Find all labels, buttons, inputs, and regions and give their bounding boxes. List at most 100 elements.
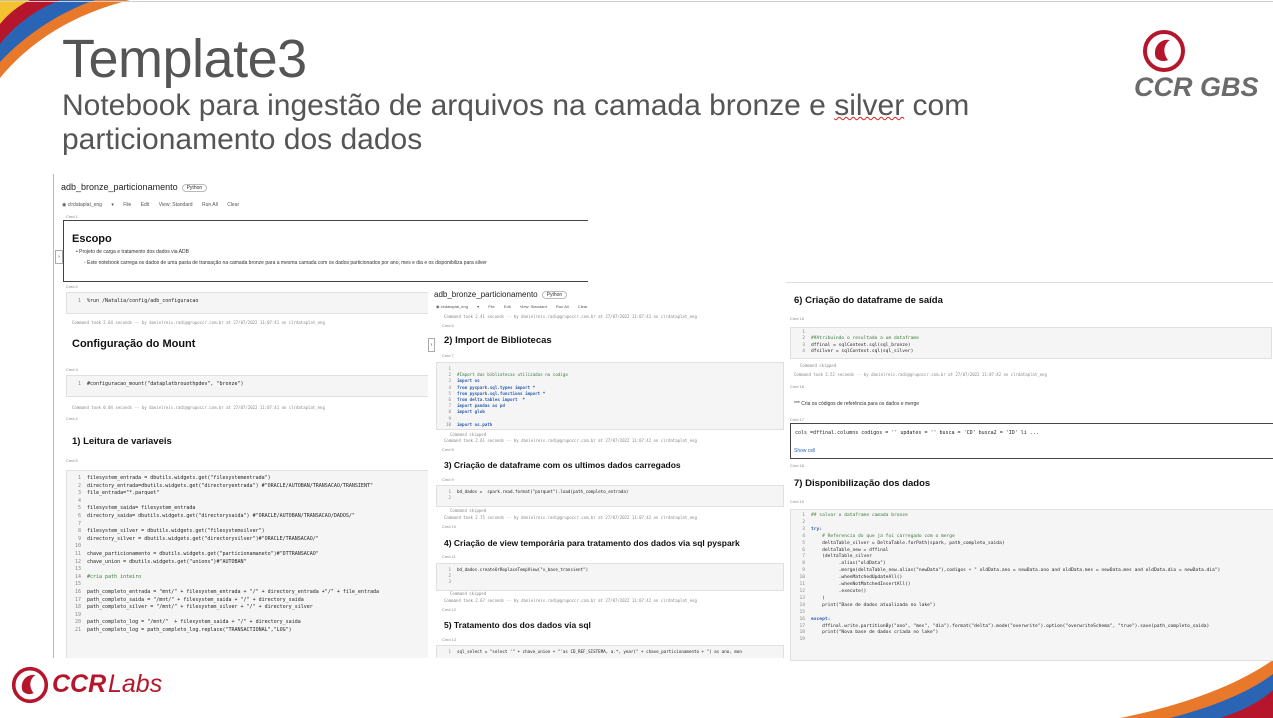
notebook-panel-right: 6) Criação do dataframe de saída Cmd 15 … (786, 282, 1273, 661)
line-number: 15 (799, 609, 805, 615)
heading-leitura: 1) Leitura de variaveis (72, 436, 172, 447)
cmd-label: Cmd 5 (66, 458, 78, 463)
code-line: 13 ) (795, 596, 1269, 603)
code-text: bd_dados = spark.read.format("parquet").… (457, 489, 629, 494)
heading-dataframe: 3) Criação de dataframe com os ultimos d… (444, 460, 681, 470)
code-cell-run-config[interactable]: 1 %run /Natalia/config/adb_configuracao (66, 292, 488, 314)
language-badge[interactable]: Python (541, 290, 568, 299)
line-number: 14 (74, 573, 81, 580)
cmd-label: Cmd 13 (442, 637, 457, 642)
heading-tratamento: 5) Tratamento dos dos dados via sql (444, 620, 591, 630)
code-cell-save[interactable]: 1 ## salvar o dataframe camada bronze 2 3 tr… (790, 509, 1273, 661)
show-cell-link[interactable]: Show cell (794, 448, 815, 454)
language-badge[interactable]: Python (181, 183, 208, 192)
code-text: .whenMatchedUpdateAll() (811, 575, 903, 581)
collapse-toggle-icon[interactable]: › (428, 338, 435, 352)
code-text: dffinal = sqlContext.sql(sql_bronze) (811, 342, 911, 348)
heading-saida: 6) Criação do dataframe de saída (794, 295, 943, 306)
line-number: 9 (77, 535, 81, 542)
command-skipped: Command skipped (450, 432, 487, 437)
line-number: 5 (77, 505, 81, 512)
code-text: from delta.tables import * (457, 397, 526, 403)
code-line: 19 (795, 637, 1269, 644)
cmd-label: Cmd 11 (442, 554, 456, 559)
code-block: 1 bd_dados = spark.read.format("parquet")… (437, 486, 783, 504)
code-text: directory_silver = dbutils.widgets.get("… (87, 535, 319, 542)
code-line: 5 deltaTable_silver = DeltaTable.forPath… (795, 541, 1269, 548)
line-number: 3 (77, 490, 81, 497)
code-text: import os.path (457, 421, 493, 427)
code-text: print("Nova base de dados criada no lake… (811, 630, 939, 636)
clear-menu[interactable]: Clear (227, 202, 239, 208)
line-number: 5 (802, 540, 805, 546)
code-cell-view[interactable]: 1 bd_dados.createOrReplaceTempView("v_bas… (436, 563, 784, 591)
code-line: 2 (441, 495, 779, 501)
file-menu[interactable]: File (488, 304, 494, 309)
ccr-labs-logo: CCR Labs (10, 664, 170, 706)
code-line: 15 (795, 610, 1269, 617)
code-text: .alias("oldData") (811, 561, 886, 567)
command-skipped: Command skipped (450, 591, 487, 596)
notebook-toolbar: ◉ clrdataplat_eng ▾ File Edit View: Stan… (436, 304, 595, 309)
ccr-labs-ccr-text: CCR (52, 670, 107, 698)
code-line: 16 except: (795, 617, 1269, 624)
line-number: 4 (802, 533, 805, 539)
code-cell-sql[interactable]: 1 sql_select = "select '" + chave_union +… (436, 645, 784, 658)
code-line: 2 (795, 520, 1269, 527)
code-text: path_completo_log = "/mnt/" + filesystem… (87, 619, 301, 626)
line-number: 4 (802, 349, 805, 355)
code-text: ## salvar o dataframe camada bronze (811, 513, 908, 518)
code-cell-imports[interactable]: 1 2 #Import das bibliotecas utilizadas no … (436, 362, 784, 430)
collapsed-code-cell[interactable]: cols =dffinal.columns codigos = '' updat… (790, 423, 1273, 459)
code-line: 12 .execute() (795, 589, 1269, 596)
subtitle-spellcheck-word: silver (834, 89, 905, 122)
line-number: 11 (74, 550, 81, 557)
heading-view: 4) Criação de view temporária para trata… (444, 538, 740, 548)
cluster-select[interactable]: ◉ clrdataplat_eng ▾ (62, 202, 114, 208)
code-text: path_completo_log = path_completo_log.re… (87, 626, 292, 633)
code-text: import pandas as pd (457, 403, 505, 409)
file-menu[interactable]: File (123, 202, 131, 208)
line-number: 11 (799, 582, 805, 588)
view-menu[interactable]: View: Standard (159, 202, 193, 208)
line-number: 3 (448, 579, 451, 585)
cluster-select[interactable]: ◉ clrdataplat_eng ▾ (436, 304, 479, 309)
cmd-label: Cmd 19 (790, 499, 805, 504)
code-cell-read[interactable]: 1 bd_dados = spark.read.format("parquet")… (436, 485, 784, 507)
notebook-name[interactable]: adb_bronze_particionamento Python (434, 290, 568, 299)
edit-menu[interactable]: Edit (141, 202, 150, 208)
notebook-name[interactable]: adb_bronze_particionamento Python (61, 182, 208, 192)
line-number: 10 (445, 421, 451, 427)
run-all-button[interactable]: Run All (202, 202, 218, 208)
notebook-toolbar: ◉ clrdataplat_eng ▾ File Edit View: Stan… (62, 202, 247, 208)
notebook-panel-middle: adb_bronze_particionamento Python ◉ clrda… (428, 286, 784, 658)
code-text: file_entrada="*.parquet" (87, 490, 160, 497)
command-footer: Command took 2.67 seconds -- by danielre… (444, 598, 697, 603)
clear-menu[interactable]: Clear (578, 304, 588, 309)
collapse-toggle-icon[interactable]: › (55, 250, 63, 264)
code-text: ##Atribuindo o resultado a um dataframe (811, 336, 919, 342)
code-line: 18 print("Nova base de dados criada no l… (795, 630, 1269, 637)
edit-menu[interactable]: Edit (504, 304, 511, 309)
code-text: (deltaTable_silver (811, 554, 872, 560)
code-cell-dataframe[interactable]: 1 2 ##Atribuindo o resultado a um datafram… (790, 327, 1272, 359)
line-number: 15 (74, 581, 81, 588)
cmd-label: Cmd 16 (790, 384, 805, 389)
run-all-button[interactable]: Run All (556, 304, 569, 309)
view-menu[interactable]: View: Standard (520, 304, 547, 309)
corner-decoration-bottom-right (1120, 660, 1273, 718)
code-line: 11 .whenNotMatchedInsertAll() (795, 582, 1269, 589)
line-number: 7 (77, 520, 81, 527)
ccr-gbs-logo: CCR GBS (1132, 30, 1259, 104)
cmd-label: Cmd 18 (790, 463, 805, 468)
cmd-label: Cmd 6 (442, 323, 454, 328)
code-line: 4 dfsilver = sqlContext.sql(sql_silver) (795, 349, 1267, 355)
line-number: 19 (799, 637, 805, 643)
cmd-label: Cmd 2 (66, 284, 78, 289)
code-line: 3 (441, 579, 779, 585)
code-cell-mount[interactable]: 1 #configuracao_mount("dataplatbrouothpde… (66, 375, 488, 397)
escopo-bullet-1: • Projeto de carga e tratamento dos dado… (76, 249, 189, 255)
code-text: except: (811, 616, 831, 622)
line-number: 2 (448, 495, 451, 501)
slide-title: Template3 (62, 29, 307, 89)
